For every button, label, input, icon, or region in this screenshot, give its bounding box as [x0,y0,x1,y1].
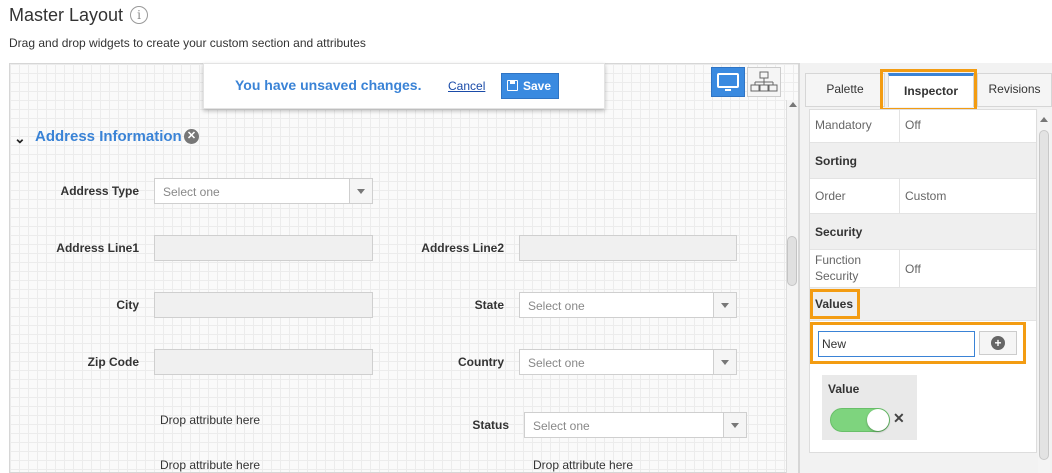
field-label-country: Country [458,355,504,369]
status-select[interactable]: Select one [524,412,747,438]
inspector-tab-highlight [880,69,977,111]
values-header-highlight [810,289,860,319]
address-type-select[interactable]: Select one [154,178,373,204]
unsaved-changes-message: You have unsaved changes. [235,77,422,93]
property-row-function-security[interactable]: Function Security Off [810,250,1036,288]
field-label-status: Status [472,418,509,432]
tab-revisions[interactable]: Revisions [977,73,1052,107]
desktop-icon-stand [725,89,731,91]
country-placeholder: Select one [528,356,585,370]
property-row-mandatory[interactable]: Mandatory Off [810,110,1036,143]
panel-scrollbar-thumb[interactable] [1039,130,1049,460]
field-label-state: State [474,298,504,312]
property-row-order[interactable]: Order Custom [810,179,1036,214]
country-select[interactable]: Select one [519,349,737,375]
city-input[interactable] [154,292,373,318]
status-placeholder: Select one [533,419,590,433]
section-title[interactable]: Address Information [35,128,182,145]
tab-palette[interactable]: Palette [805,73,885,107]
field-label-zip-code: Zip Code [87,355,139,369]
field-label-address-line1: Address Line1 [56,241,139,255]
property-key: Order [815,189,846,203]
value-card-label: Value [828,382,860,396]
field-label-address-line2: Address Line2 [421,241,504,255]
drop-attribute-placeholder[interactable]: Drop attribute here [160,458,260,472]
collapse-chevron-icon[interactable]: ⌄ [14,130,26,147]
hierarchy-icon [750,71,778,92]
property-value: Off [905,262,921,276]
property-key-line1: Function [815,253,862,267]
value-toggle-knob [867,409,889,431]
save-icon [507,80,518,91]
drop-attribute-placeholder[interactable]: Drop attribute here [160,413,260,427]
field-label-city: City [116,298,139,312]
scroll-up-arrow-icon[interactable] [789,102,797,107]
zip-code-input[interactable] [154,349,373,375]
cancel-link[interactable]: Cancel [448,79,485,93]
address-line1-input[interactable] [154,235,373,261]
canvas-scrollbar-thumb[interactable] [787,236,797,286]
field-label-address-type: Address Type [60,184,139,198]
property-divider [899,179,900,213]
desktop-icon [717,73,739,88]
chevron-down-icon [713,293,736,317]
property-divider [899,250,900,287]
security-header: Security [810,214,1036,250]
values-input-highlight [810,322,1026,364]
chevron-down-icon [723,413,746,437]
scroll-up-arrow-icon[interactable] [1040,117,1048,122]
remove-section-icon[interactable]: ✕ [184,129,199,144]
property-divider [899,110,900,142]
hierarchy-view-button[interactable] [747,67,781,97]
chevron-down-icon [713,350,736,374]
address-line2-input[interactable] [519,235,737,261]
remove-value-icon[interactable]: ✕ [893,410,905,427]
page-subtitle: Drag and drop widgets to create your cus… [9,36,366,50]
page-title: Master Layout [9,5,124,25]
canvas-scrollbar[interactable] [786,100,798,473]
property-key: Mandatory [815,118,872,132]
property-key-line2: Security [815,269,859,283]
property-value: Off [905,118,921,132]
sorting-header: Sorting [810,143,1036,179]
address-type-placeholder: Select one [163,185,220,199]
state-select[interactable]: Select one [519,292,737,318]
info-icon[interactable]: i [130,6,148,24]
property-value: Custom [905,189,947,203]
chevron-down-icon [349,179,372,203]
state-placeholder: Select one [528,299,585,313]
drop-attribute-placeholder[interactable]: Drop attribute here [533,458,633,472]
